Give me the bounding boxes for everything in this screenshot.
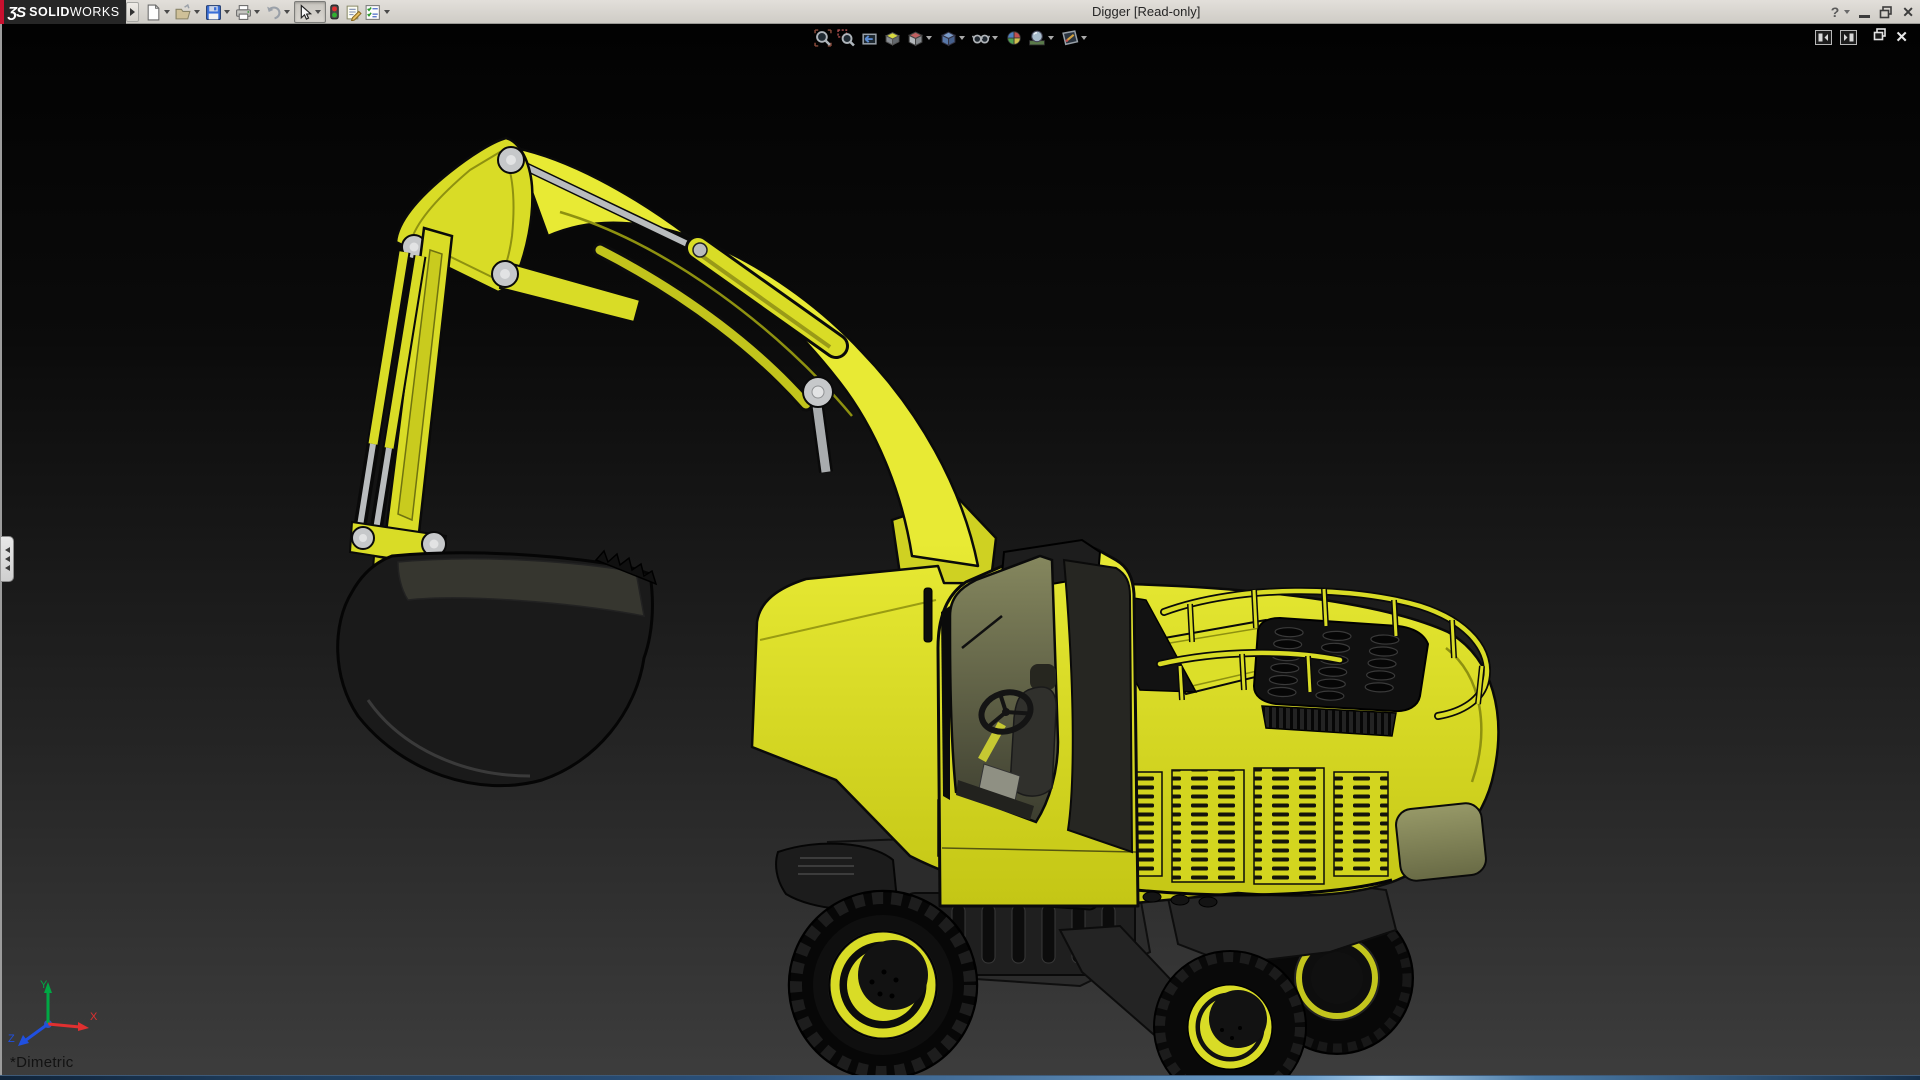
undo-dropdown-arrow[interactable] — [284, 10, 290, 14]
print-icon — [236, 4, 251, 20]
side-mirror — [923, 587, 933, 643]
hide-show-items-icon — [972, 34, 990, 44]
excavator-cab[interactable] — [923, 538, 1140, 908]
edit-appearance-button[interactable] — [1003, 27, 1025, 49]
reference-triad: Y X Z — [8, 979, 98, 1046]
panel-splitter-tab[interactable] — [1, 536, 14, 582]
display-style-button[interactable] — [937, 27, 969, 49]
minimize-icon — [1859, 14, 1871, 18]
file-properties-button[interactable] — [343, 1, 363, 23]
next-document-button[interactable] — [1840, 29, 1858, 45]
solidworks-brandmark: ƷS — [8, 3, 26, 21]
options-button[interactable] — [363, 1, 394, 23]
zoom-to-fit-button[interactable] — [812, 27, 834, 49]
document-window-controls: ✕ — [1815, 28, 1908, 46]
heads-up-view-toolbar — [812, 27, 1091, 49]
undo-button[interactable] — [264, 1, 294, 23]
restore-icon — [1879, 5, 1893, 18]
view-orientation-label: *Dimetric — [10, 1054, 74, 1071]
menu-expand-button[interactable] — [126, 2, 139, 22]
collapse-arrow-icon — [4, 547, 10, 553]
section-view-button[interactable] — [881, 27, 903, 49]
view-settings-icon — [1062, 30, 1079, 46]
view-settings-button[interactable] — [1059, 27, 1091, 49]
titlebar-controls: ? ✕ — [1831, 0, 1914, 24]
close-button[interactable]: ✕ — [1902, 4, 1914, 21]
previous-document-button[interactable] — [1815, 29, 1833, 45]
standard-toolbar — [144, 0, 394, 24]
zoom-to-area-icon — [837, 29, 855, 47]
solidworks-window: ƷS SOLIDWORKS Digger [Read-only] ? ✕ ✕ Y… — [0, 0, 1920, 1080]
document-restore-button[interactable] — [1873, 28, 1887, 46]
view-orientation-button[interactable] — [904, 27, 936, 49]
view-orientation-dropdown-arrow[interactable] — [926, 36, 932, 40]
doc-restore-icon — [1874, 28, 1887, 41]
view-settings-dropdown-arrow[interactable] — [1081, 36, 1087, 40]
pane-left-icon — [1818, 33, 1829, 41]
print-dropdown-arrow[interactable] — [254, 10, 260, 14]
new-document-icon — [147, 4, 160, 20]
print-button[interactable] — [234, 1, 264, 23]
document-title: Digger [Read-only] — [1092, 4, 1201, 19]
select-button[interactable] — [294, 1, 326, 23]
triad-x-label: X — [90, 1011, 98, 1023]
open-dropdown-arrow[interactable] — [194, 10, 200, 14]
rear-window — [1395, 802, 1487, 882]
open-button[interactable] — [174, 1, 204, 23]
new-document-button[interactable] — [144, 1, 174, 23]
hide-show-dropdown-arrow[interactable] — [992, 36, 998, 40]
taskbar-edge — [0, 1075, 1920, 1080]
previous-view-button[interactable] — [858, 27, 880, 49]
excavator-bucket[interactable] — [336, 549, 658, 788]
options-icon — [365, 4, 380, 20]
edit-appearance-icon — [1007, 31, 1021, 45]
zoom-to-fit-icon — [814, 29, 832, 47]
expand-arrow-icon — [130, 8, 135, 16]
select-dropdown-arrow[interactable] — [315, 10, 321, 14]
collapse-arrow-icon — [4, 565, 10, 571]
undo-icon — [267, 6, 281, 19]
hide-show-items-button[interactable] — [970, 27, 1002, 49]
logo-red-stripe — [0, 0, 4, 24]
save-dropdown-arrow[interactable] — [224, 10, 230, 14]
view-orientation-icon — [907, 31, 924, 47]
file-properties-icon — [346, 5, 362, 21]
apply-scene-icon — [1029, 30, 1045, 46]
help-dropdown-arrow[interactable] — [1844, 10, 1851, 14]
options-dropdown-arrow[interactable] — [384, 10, 390, 14]
pane-right-icon — [1844, 33, 1854, 41]
select-cursor-icon — [300, 3, 313, 20]
titlebar: ƷS SOLIDWORKS Digger [Read-only] ? ✕ — [0, 0, 1920, 24]
open-icon — [175, 3, 191, 19]
new-dropdown-arrow[interactable] — [164, 10, 170, 14]
solidworks-wordmark: SOLIDWORKS — [29, 5, 120, 19]
help-button[interactable]: ? — [1831, 4, 1840, 20]
traffic-light-icon — [330, 4, 339, 19]
zoom-to-area-button[interactable] — [835, 27, 857, 49]
graphics-area[interactable]: ✕ Y X Z *Dimetric — [0, 24, 1920, 1080]
display-style-dropdown-arrow[interactable] — [959, 36, 965, 40]
restore-button[interactable] — [1879, 5, 1893, 19]
document-close-button[interactable]: ✕ — [1895, 30, 1908, 45]
apply-scene-button[interactable] — [1026, 27, 1058, 49]
excavator-3d-model[interactable] — [0, 24, 1920, 1080]
display-style-icon — [940, 31, 957, 47]
triad-z-label: Z — [8, 1033, 15, 1045]
triad-y-label: Y — [40, 979, 48, 991]
apply-scene-dropdown-arrow[interactable] — [1048, 36, 1054, 40]
section-view-icon — [884, 32, 901, 46]
wheel-front-left — [787, 889, 979, 1080]
save-icon — [206, 4, 221, 20]
rebuild-traffic-light-button[interactable] — [326, 1, 343, 23]
save-button[interactable] — [204, 1, 234, 23]
door-window — [1062, 558, 1134, 854]
minimize-button[interactable] — [1859, 7, 1871, 18]
collapse-arrow-icon — [4, 556, 10, 562]
previous-view-icon — [862, 33, 877, 45]
solidworks-logo: ƷS SOLIDWORKS — [0, 0, 126, 24]
